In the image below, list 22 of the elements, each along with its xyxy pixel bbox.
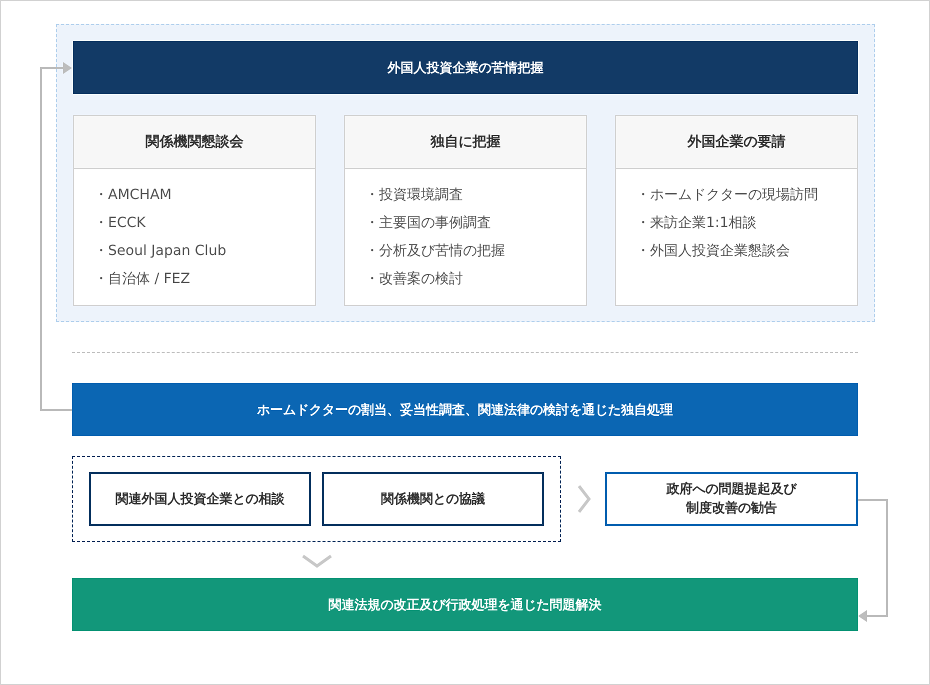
card-title: 独自に把握 [345,116,586,169]
list-item: ・自治体 / FEZ [94,270,192,289]
process-bar: ホームドクターの割当、妥当性調査、関連法律の検討を通じた独自処理 [72,383,858,436]
card-title: 関係機関懇談会 [74,116,315,169]
chevron-right-icon [577,485,591,513]
list-item: ・外国人投資企業懇談会 [636,242,791,261]
list-item: ・ホームドクターの現場訪問 [636,186,819,205]
title-bar: 外国人投資企業の苦情把握 [73,41,858,94]
list-item: ・ECCK [94,214,147,233]
step-box: 関係機関との協議 [322,472,544,526]
list-item: ・来訪企業1:1相談 [636,214,758,233]
recommendation-box: 政府への問題提起及び 制度改善の勧告 [605,472,858,526]
list-item: ・投資環境調査 [365,186,464,205]
chevron-down-icon [302,554,332,568]
step-box: 関連外国人投資企業との相談 [89,472,312,526]
card-title: 外国企業の要請 [616,116,857,169]
resolution-bar: 関連法規の改正及び行政処理を通じた問題解決 [72,578,858,631]
list-item: ・Seoul Japan Club [94,242,228,261]
list-item: ・AMCHAM [94,186,173,205]
list-item: ・改善案の検討 [365,270,464,289]
list-item: ・分析及び苦情の把握 [365,242,506,261]
list-item: ・主要国の事例調査 [365,214,492,233]
